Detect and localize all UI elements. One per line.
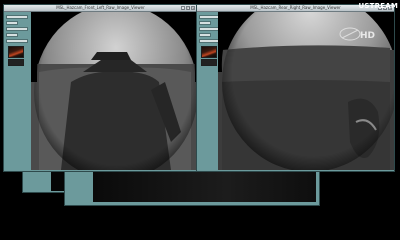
ustream-watermark: USTREAM	[358, 2, 398, 10]
thumbnail-icon[interactable]	[201, 46, 217, 58]
window-title: MSL_Hazcam_Front_Left_Raw_Image_Viewer	[56, 5, 145, 10]
control-panel	[6, 13, 28, 169]
input-field[interactable]	[6, 15, 28, 19]
maximize-icon[interactable]: □	[186, 6, 190, 10]
input-field[interactable]	[6, 27, 28, 31]
close-icon[interactable]: ×	[191, 6, 195, 10]
hazcam-window-right[interactable]: MSL_Hazcam_Rear_Right_Raw_Image_Viewer _…	[196, 4, 395, 172]
image-viewer-right[interactable]: HD	[218, 12, 394, 170]
thumbnail-icon[interactable]	[8, 46, 24, 58]
hd-badge-text: HD	[360, 31, 375, 41]
title-bar[interactable]: MSL_Hazcam_Front_Left_Raw_Image_Viewer _…	[4, 5, 197, 12]
hazcam-window-left[interactable]: MSL_Hazcam_Front_Left_Raw_Image_Viewer _…	[3, 4, 198, 172]
back-window-right-viewer	[93, 169, 316, 202]
input-field[interactable]	[6, 39, 28, 43]
back-window-right[interactable]	[64, 168, 320, 206]
hazcam-image-right: HD	[218, 12, 394, 170]
minimize-icon[interactable]: _	[181, 6, 185, 10]
input-field[interactable]	[199, 33, 211, 37]
input-field[interactable]	[6, 21, 18, 25]
input-field[interactable]	[6, 33, 18, 37]
thumbnail-icon[interactable]	[201, 59, 217, 66]
image-viewer-left[interactable]	[31, 12, 196, 170]
thumbnail-icon[interactable]	[8, 59, 24, 66]
hazcam-image-left	[31, 12, 196, 170]
input-field[interactable]	[199, 21, 211, 25]
